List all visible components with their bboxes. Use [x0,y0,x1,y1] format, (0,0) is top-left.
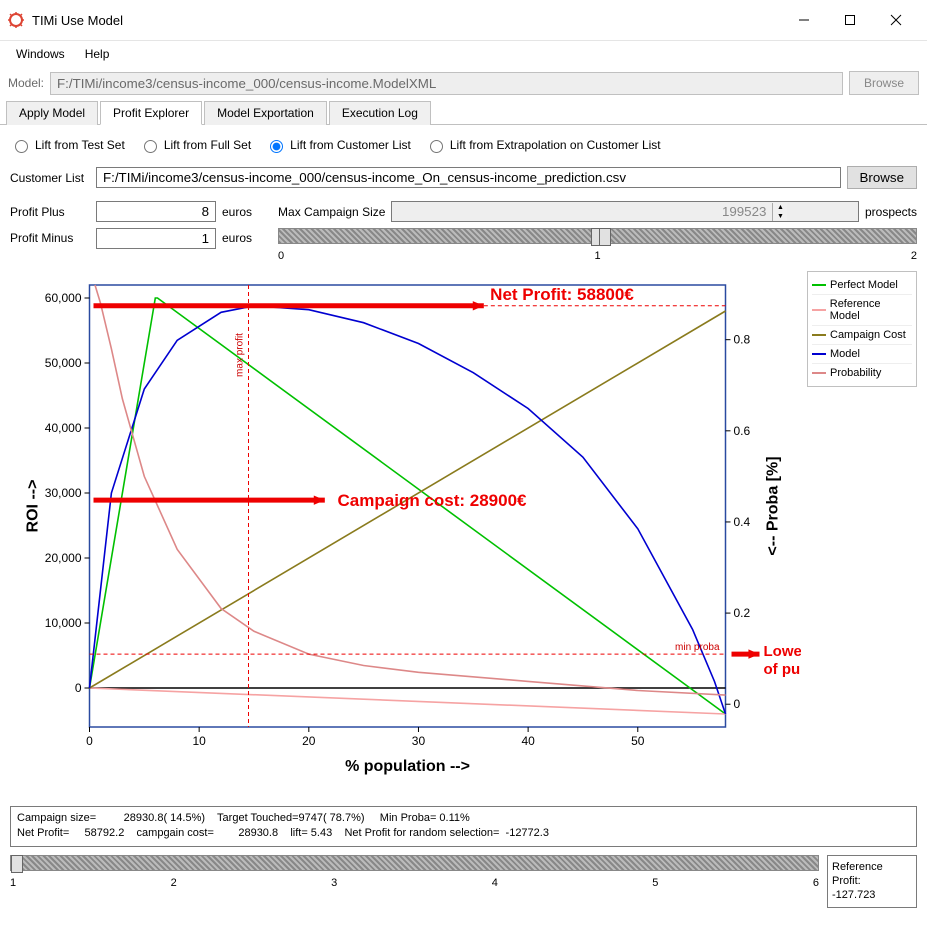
tab-strip: Apply Model Profit Explorer Model Export… [0,101,927,125]
window-title: TIMi Use Model [32,13,781,28]
reference-profit-box: Reference Profit: -127.723 [827,855,917,908]
svg-text:of purchase: 11%: of purchase: 11% [764,661,802,678]
legend-perfect: Perfect Model [830,279,898,291]
svg-text:40,000: 40,000 [45,421,82,435]
max-campaign-axis: 0 1 2 [278,244,917,262]
svg-text:0.2: 0.2 [734,606,751,620]
svg-text:% population -->: % population --> [345,758,470,775]
menu-bar: Windows Help [0,41,927,67]
tab-execution-log[interactable]: Execution Log [329,101,431,125]
max-campaign-input[interactable]: ▲ ▼ [391,201,859,222]
svg-text:40: 40 [521,734,535,748]
app-icon [8,12,24,28]
radio-lift-full[interactable]: Lift from Full Set [139,137,251,153]
profit-plus-label: Profit Plus [10,205,90,219]
svg-text:Net Profit: 58800€: Net Profit: 58800€ [490,285,634,304]
svg-text:30,000: 30,000 [45,486,82,500]
svg-text:60,000: 60,000 [45,291,82,305]
spin-up-icon[interactable]: ▲ [773,203,787,212]
bottom-slider-thumb[interactable] [11,855,23,873]
svg-text:0: 0 [734,697,741,711]
radio-lift-customer[interactable]: Lift from Customer List [265,137,411,153]
profit-minus-input[interactable] [96,228,216,249]
svg-text:10: 10 [192,734,206,748]
slider-thumb-2[interactable] [599,228,611,246]
menu-help[interactable]: Help [75,43,120,65]
svg-text:min proba: min proba [675,642,720,653]
legend-model: Model [830,348,860,360]
tab-model-exportation[interactable]: Model Exportation [204,101,327,125]
svg-text:10,000: 10,000 [45,616,82,630]
svg-text:max profit: max profit [235,333,246,377]
svg-text:0.6: 0.6 [734,424,751,438]
svg-text:0: 0 [75,681,82,695]
spin-down-icon[interactable]: ▼ [773,212,787,221]
radio-lift-test[interactable]: Lift from Test Set [10,137,125,153]
svg-text:Campaign cost: 28900€: Campaign cost: 28900€ [338,491,528,510]
customer-list-browse-button[interactable]: Browse [847,166,917,189]
customer-list-label: Customer List [10,171,90,185]
svg-text:30: 30 [412,734,426,748]
svg-text:<-- Proba [%]: <-- Proba [%] [765,456,782,555]
profit-plus-input[interactable] [96,201,216,222]
profit-plus-unit: euros [222,205,252,219]
tab-profit-explorer[interactable]: Profit Explorer [100,101,202,125]
svg-text:Lowest probability: Lowest probability [764,643,802,660]
chart-area: 0 10,000 20,000 30,000 40,000 50,000 60,000 0 0.… [10,271,801,794]
legend-proba: Probability [830,367,881,379]
bottom-slider[interactable] [10,855,819,871]
svg-text:0.8: 0.8 [734,333,751,347]
svg-text:50,000: 50,000 [45,356,82,370]
bottom-axis: 1 2 3 4 5 6 [10,877,819,889]
svg-text:20,000: 20,000 [45,551,82,565]
radio-lift-extrapolation[interactable]: Lift from Extrapolation on Customer List [425,137,661,153]
maximize-button[interactable] [827,6,873,34]
max-campaign-label: Max Campaign Size [278,205,385,219]
svg-text:ROI -->: ROI --> [25,480,42,533]
legend-cost: Campaign Cost [830,329,906,341]
chart-legend: Perfect Model Reference Model Campaign C… [807,271,917,387]
svg-text:0: 0 [86,734,93,748]
max-campaign-unit: prospects [865,205,917,219]
legend-reference: Reference Model [830,298,912,322]
profit-minus-label: Profit Minus [10,228,90,245]
tab-apply-model[interactable]: Apply Model [6,101,98,125]
minimize-button[interactable] [781,6,827,34]
svg-text:50: 50 [631,734,645,748]
profit-minus-unit: euros [222,228,252,245]
close-button[interactable] [873,6,919,34]
model-browse-button: Browse [849,71,919,95]
svg-text:0.4: 0.4 [734,515,751,529]
menu-windows[interactable]: Windows [6,43,75,65]
customer-list-input[interactable] [96,167,841,188]
model-label: Model: [8,76,44,90]
svg-text:20: 20 [302,734,316,748]
model-path-input [50,72,843,95]
max-campaign-slider[interactable] [278,228,917,244]
stats-box: Campaign size= 28930.8( 14.5%) Target To… [10,806,917,847]
